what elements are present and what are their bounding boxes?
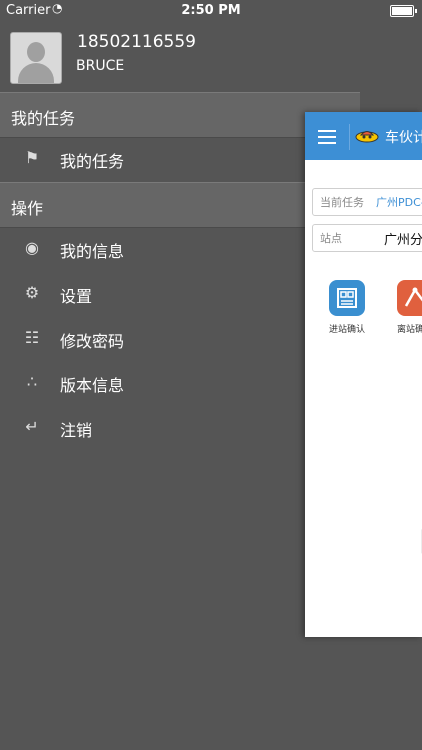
logout-icon: ↵: [25, 417, 39, 436]
avatar-body-shape: [18, 63, 54, 83]
avatar-head-shape: [27, 42, 45, 62]
profile-name: BRUCE: [76, 58, 125, 74]
section-header-label: 操作: [11, 199, 44, 218]
clock: 2:50 PM: [181, 3, 241, 18]
current-task-label: 当前任务: [320, 196, 364, 209]
share-icon: ∴: [26, 372, 38, 391]
check-out-icon: [397, 280, 422, 316]
battery-icon: [390, 5, 417, 17]
menu-item-logout[interactable]: ↵ 注销: [0, 406, 300, 450]
menu-item-label: 注销: [60, 421, 93, 440]
app-title: 车伙计: [385, 130, 422, 146]
title-divider: [349, 124, 350, 150]
check-in-icon: [329, 280, 365, 316]
current-task-field[interactable]: 当前任务 广州PDC-: [312, 188, 422, 216]
menu-item-label: 修改密码: [60, 332, 125, 351]
flag-icon: ⚑: [24, 148, 40, 167]
battery-level: [392, 7, 412, 15]
menu-item-label: 设置: [60, 287, 93, 306]
section-header-label: 我的任务: [11, 109, 76, 128]
profile-header[interactable]: 18502116559 BRUCE: [0, 24, 360, 92]
gear-icon: ⚙: [24, 283, 40, 302]
user-circle-icon: ◉: [25, 238, 39, 257]
status-bar: Carrier ◔ 2:50 PM: [0, 0, 422, 22]
menu-item-change-password[interactable]: ☷ 修改密码: [0, 317, 300, 361]
menu-item-my-tasks[interactable]: ⚑ 我的任务: [0, 137, 300, 181]
avatar[interactable]: [10, 32, 62, 84]
menu-item-settings[interactable]: ⚙ 设置: [0, 272, 300, 316]
menu-item-label: 版本信息: [60, 376, 125, 395]
profile-phone: 18502116559: [77, 32, 196, 52]
current-task-value: 广州PDC-: [376, 196, 422, 209]
menu-item-my-info[interactable]: ◉ 我的信息: [0, 227, 300, 271]
menu-item-version-info[interactable]: ∴ 版本信息: [0, 361, 300, 405]
station-value: 广州分拨: [384, 233, 422, 248]
station-label: 站点: [320, 232, 342, 245]
tile-check-out[interactable]: 离站确认: [395, 280, 422, 335]
main-app-panel[interactable]: 车伙计 当前任务 广州PDC- 站点 广州分拨 进站确认 离站确认: [305, 112, 422, 637]
car-logo-icon: [355, 131, 379, 143]
tile-check-in[interactable]: 进站确认: [327, 280, 367, 335]
menu-item-label: 我的信息: [60, 242, 125, 261]
tile-label: 离站确认: [396, 325, 422, 335]
app-top-bar: 车伙计: [305, 112, 422, 160]
station-field[interactable]: 站点 广州分拨: [312, 224, 422, 252]
menu-item-label: 我的任务: [60, 152, 125, 171]
tile-label: 进站确认: [328, 325, 365, 335]
partial-glyph: 日: [417, 520, 422, 560]
hamburger-menu-icon[interactable]: [318, 130, 336, 144]
grid-icon: ☷: [24, 328, 40, 347]
